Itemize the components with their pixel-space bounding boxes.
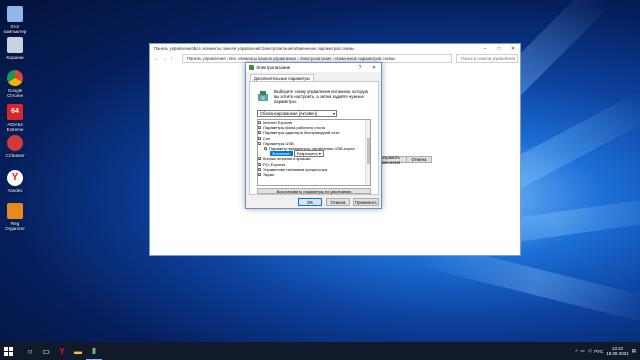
expand-icon[interactable]: + bbox=[258, 172, 261, 176]
search-input[interactable]: Поиск в панели управления bbox=[456, 54, 518, 63]
desktop-icon-label: Этот компьютер bbox=[3, 24, 27, 34]
power-scheme-value: Сбалансированная [Активен] bbox=[260, 111, 317, 116]
this-pc-icon bbox=[7, 6, 23, 22]
scrollbar-thumb[interactable] bbox=[367, 138, 370, 164]
minimize-button[interactable]: – bbox=[478, 46, 492, 52]
desktop-icon-label: Reg Organizer bbox=[5, 221, 25, 231]
aida64-icon: 64 bbox=[7, 104, 23, 120]
start-button[interactable] bbox=[0, 342, 16, 360]
network-icon[interactable]: ▭ bbox=[580, 348, 584, 354]
ccleaner-icon bbox=[7, 135, 23, 151]
breadcrumb-item[interactable]: Панель управления bbox=[187, 56, 225, 61]
description-text: Выберите схему управления питанием, кото… bbox=[274, 89, 368, 104]
tree-scrollbar[interactable] bbox=[365, 120, 370, 185]
tree-item-label: Экран bbox=[263, 171, 275, 177]
cancel-label: Отмена bbox=[411, 157, 427, 162]
collapse-icon[interactable]: − bbox=[258, 141, 261, 145]
collapse-icon[interactable]: − bbox=[264, 147, 267, 151]
desktop-icon-chrome[interactable]: Google Chrome bbox=[2, 70, 28, 98]
apply-label: Применить bbox=[355, 199, 377, 205]
desktop-icon-reg-organizer[interactable]: Reg Organizer bbox=[2, 203, 28, 231]
dialog-titlebar: Электропитание ? ✕ bbox=[246, 63, 381, 72]
settings-tree[interactable]: + Internet Explorer + Параметры фона рабоч… bbox=[257, 119, 371, 186]
ok-button[interactable]: ОК bbox=[298, 198, 322, 206]
desktop-icon-label: CCleaner bbox=[5, 153, 25, 158]
taskbar: ○ ▭ Y ▬ ▮ ^ ▭ ◁ РУС 13:22 18.08.2021 ▤ bbox=[0, 342, 640, 360]
power-options-dialog: Электропитание ? ✕ Дополнительные параме… bbox=[245, 62, 382, 209]
advanced-settings-panel: Выберите схему управления питанием, кото… bbox=[249, 81, 379, 195]
tab-advanced-settings[interactable]: Дополнительные параметры bbox=[250, 74, 314, 81]
expand-icon[interactable]: + bbox=[258, 121, 261, 125]
close-button[interactable]: ✕ bbox=[506, 46, 520, 52]
expand-icon[interactable]: + bbox=[258, 167, 261, 171]
desktop-icon-label: Google Chrome bbox=[6, 88, 23, 98]
language-indicator[interactable]: РУС bbox=[594, 349, 603, 354]
desktop-icon-aida64[interactable]: 64 AIDA64 Extreme bbox=[2, 104, 28, 132]
desktop-icon-label: Yandex bbox=[7, 188, 23, 193]
taskbar-control-panel-icon[interactable]: ▮ bbox=[86, 342, 102, 360]
dialog-title: Электропитание bbox=[256, 65, 291, 70]
taskbar-yandex-icon[interactable]: Y bbox=[54, 342, 70, 360]
tree-item[interactable]: + Экран bbox=[258, 172, 370, 177]
desktop-icon-yandex[interactable]: Y Yandex bbox=[2, 170, 28, 193]
search-placeholder: Поиск в панели управления bbox=[461, 56, 516, 61]
chevron-down-icon: ▾ bbox=[332, 111, 335, 116]
chevron-up-icon[interactable]: ^ bbox=[575, 349, 577, 354]
back-icon[interactable]: ← bbox=[154, 56, 162, 62]
clock-date: 18.08.2021 bbox=[606, 351, 629, 356]
power-plan-icon bbox=[258, 91, 268, 101]
tab-label: Дополнительные параметры bbox=[254, 75, 310, 81]
expand-icon[interactable]: + bbox=[258, 157, 261, 161]
recycle-bin-icon bbox=[7, 37, 23, 53]
expand-icon[interactable]: + bbox=[258, 126, 261, 130]
expand-icon[interactable]: + bbox=[258, 131, 261, 135]
ok-label: ОК bbox=[307, 199, 313, 205]
desktop-icon-recycle-bin[interactable]: Корзина bbox=[2, 37, 28, 60]
power-scheme-select[interactable]: Сбалансированная [Активен] ▾ bbox=[257, 110, 337, 117]
windows-icon bbox=[3, 346, 13, 356]
power-options-icon bbox=[249, 65, 254, 70]
reg-organizer-icon bbox=[7, 203, 23, 219]
expand-icon[interactable]: + bbox=[258, 162, 261, 166]
restore-defaults-button[interactable]: Восстановить параметры по умолчанию bbox=[257, 188, 371, 194]
desktop: Этот компьютер Корзина Google Chrome 64 … bbox=[0, 0, 640, 342]
breadcrumb-item[interactable]: Электропитание bbox=[300, 56, 332, 61]
taskbar-explorer-icon[interactable]: ▬ bbox=[70, 342, 86, 360]
volume-icon[interactable]: ◁ bbox=[588, 348, 591, 354]
apply-button[interactable]: Применить bbox=[353, 198, 379, 206]
window-titlebar: Панель управления\Все элементы панели уп… bbox=[150, 44, 520, 53]
tree-item-label: Параметры адаптера беспроводной сети bbox=[263, 130, 340, 136]
chrome-icon bbox=[7, 70, 23, 86]
maximize-button[interactable]: □ bbox=[492, 46, 506, 52]
system-tray: ^ ▭ ◁ РУС 13:22 18.08.2021 ▤ bbox=[575, 342, 636, 360]
taskbar-search-icon[interactable]: ○ bbox=[22, 342, 38, 360]
desktop-icon-ccleaner[interactable]: CCleaner bbox=[2, 135, 28, 158]
breadcrumb-item[interactable]: Все элементы панели управления bbox=[229, 56, 296, 61]
cancel-button[interactable]: Отмена bbox=[326, 198, 350, 206]
notifications-icon[interactable]: ▤ bbox=[632, 348, 636, 354]
dialog-close-button[interactable]: ✕ bbox=[367, 65, 381, 71]
task-view-icon[interactable]: ▭ bbox=[38, 342, 54, 360]
desktop-icon-label: AIDA64 Extreme bbox=[6, 122, 24, 132]
desktop-icon-label: Корзина bbox=[6, 55, 24, 60]
expand-icon[interactable]: + bbox=[258, 136, 261, 140]
forward-icon[interactable]: → bbox=[162, 56, 170, 62]
up-icon[interactable]: ↑ bbox=[170, 56, 178, 62]
yandex-icon: Y bbox=[7, 170, 23, 186]
cancel-label: Отмена bbox=[330, 199, 346, 205]
desktop-icon-this-pc[interactable]: Этот компьютер bbox=[2, 6, 28, 34]
restore-defaults-label: Восстановить параметры по умолчанию bbox=[276, 188, 352, 194]
breadcrumb-item[interactable]: Изменение параметров схемы bbox=[335, 56, 395, 61]
help-button[interactable]: ? bbox=[353, 65, 367, 71]
clock[interactable]: 13:22 18.08.2021 bbox=[606, 346, 629, 356]
explorer-cancel-button[interactable]: Отмена bbox=[406, 156, 432, 163]
window-title: Панель управления\Все элементы панели уп… bbox=[154, 46, 355, 51]
